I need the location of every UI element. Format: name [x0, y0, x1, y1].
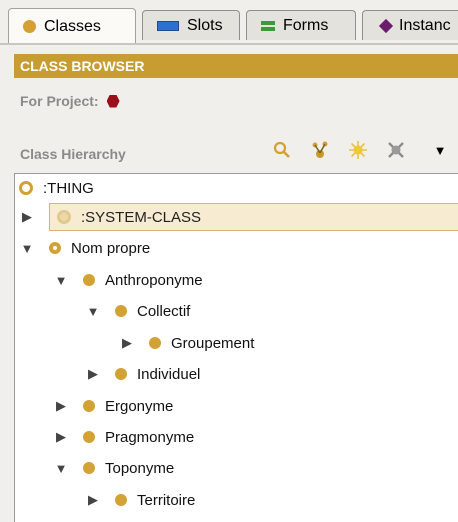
collapse-triangle-icon[interactable]: ▼ — [53, 461, 69, 476]
tree-node-label: :SYSTEM-CLASS — [81, 208, 202, 226]
tree-node-label: Anthroponyme — [105, 271, 203, 289]
class-dot-icon — [115, 368, 127, 380]
tree-node-label: Territoire — [137, 491, 196, 509]
project-hexagon-icon — [106, 94, 120, 108]
class-dot-icon — [83, 462, 95, 474]
class-hierarchy-label: Class Hierarchy — [20, 146, 126, 162]
class-ring-icon — [57, 210, 71, 224]
class-dot-icon — [83, 400, 95, 412]
class-dot-icon — [23, 20, 36, 33]
class-browser-title: CLASS BROWSER — [14, 54, 458, 78]
slots-icon — [157, 20, 179, 31]
delete-class-icon — [388, 142, 404, 158]
expand-triangle-icon[interactable]: ▶ — [85, 366, 101, 382]
create-subclass-button[interactable] — [308, 138, 332, 162]
hierarchy-menu-dropdown[interactable]: ▼ — [428, 138, 452, 162]
tree-node-label: Toponyme — [105, 459, 175, 477]
tree-node-groupement[interactable]: ▶ Groupement — [119, 329, 254, 357]
class-hierarchy-tree: :THING ▶ :SYSTEM-CLASS ▼ Nom propre ▼ An… — [14, 173, 458, 522]
class-dot-icon — [83, 274, 95, 286]
tab-forms-label: Forms — [283, 16, 329, 34]
expand-triangle-icon[interactable]: ▶ — [53, 398, 69, 414]
class-dot-icon — [115, 305, 127, 317]
instances-diamond-icon — [378, 18, 394, 33]
tree-node-thing[interactable]: :THING — [19, 174, 94, 202]
class-dot-icon — [49, 242, 61, 254]
tree-node-individuel[interactable]: ▶ Individuel — [85, 360, 200, 388]
tree-node-ergonyme[interactable]: ▶ Ergonyme — [53, 392, 173, 420]
tree-node-anthroponyme[interactable]: ▼ Anthroponyme — [53, 266, 203, 294]
forms-icon — [261, 19, 275, 33]
collapse-triangle-icon[interactable]: ▼ — [85, 304, 101, 319]
collapse-triangle-icon[interactable]: ▼ — [19, 241, 35, 256]
view-references-icon — [273, 141, 290, 158]
class-dot-icon — [115, 494, 127, 506]
create-class-icon — [349, 141, 367, 159]
tree-node-label: Ergonyme — [105, 397, 174, 415]
tab-slots-label: Slots — [187, 16, 223, 34]
tree-node-toponyme[interactable]: ▼ Toponyme — [53, 454, 175, 482]
tree-node-territoire[interactable]: ▶ Territoire — [85, 486, 195, 514]
expand-triangle-icon[interactable]: ▶ — [19, 209, 35, 225]
tree-node-label: Nom propre — [71, 239, 151, 257]
class-dot-icon — [83, 431, 95, 443]
tree-node-nom-propre[interactable]: ▼ Nom propre — [19, 234, 151, 262]
tab-instances-label: Instanc — [399, 16, 451, 34]
tab-instances[interactable]: Instanc — [362, 10, 458, 40]
tab-classes-label: Classes — [44, 17, 101, 35]
expand-triangle-icon[interactable]: ▶ — [53, 429, 69, 445]
expand-triangle-icon[interactable]: ▶ — [85, 492, 101, 508]
tab-slots[interactable]: Slots — [142, 10, 240, 40]
class-dot-icon — [149, 337, 161, 349]
tree-node-system-class[interactable]: ▶ :SYSTEM-CLASS — [19, 203, 201, 231]
tree-node-label: Individuel — [137, 365, 201, 383]
tab-bar: Classes Slots Forms Instanc — [0, 0, 458, 45]
tab-divider — [0, 43, 458, 45]
tree-node-pragmonyme[interactable]: ▶ Pragmonyme — [53, 423, 194, 451]
project-row: For Project: — [20, 92, 120, 110]
view-references-button[interactable] — [270, 138, 294, 162]
expand-triangle-icon[interactable]: ▶ — [119, 335, 135, 351]
tree-node-collectif[interactable]: ▼ Collectif — [85, 297, 191, 325]
tree-node-label: :THING — [43, 179, 94, 197]
create-class-button[interactable] — [346, 138, 370, 162]
collapse-triangle-icon[interactable]: ▼ — [53, 273, 69, 288]
create-subclass-icon — [312, 141, 328, 158]
dropdown-menu-icon: ▼ — [433, 142, 447, 158]
tree-node-label: Collectif — [137, 302, 191, 320]
tab-classes[interactable]: Classes — [8, 8, 136, 44]
delete-class-button[interactable] — [384, 138, 408, 162]
hierarchy-toolbar: ▼ — [270, 138, 458, 162]
tree-node-label: Pragmonyme — [105, 428, 195, 446]
tree-node-label: Groupement — [171, 334, 255, 352]
project-label: For Project: — [20, 93, 99, 109]
tab-forms[interactable]: Forms — [246, 10, 356, 40]
class-ring-icon — [19, 181, 33, 195]
